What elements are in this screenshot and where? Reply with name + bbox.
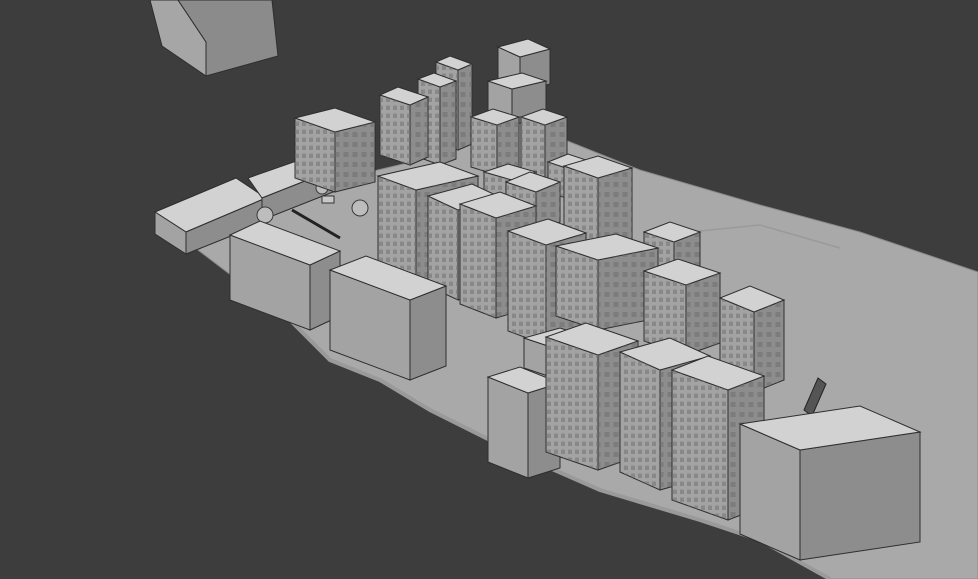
building-front-6[interactable] [738,405,922,561]
building-back-4-right-windows [440,81,456,165]
building-front-5-left-windows [672,370,728,520]
building-front-4-left-windows [620,352,660,490]
building-front-3-left-windows [546,337,598,470]
building-back-3-right-windows [458,64,472,150]
building-front-1-left-face [487,376,529,479]
3d-viewport[interactable] [0,0,978,579]
building-mid-8-left-windows [556,246,598,330]
building-back-6-left-windows [471,117,497,175]
building-front-6-right-face [799,431,921,561]
building-mid-5-left-windows [460,204,496,318]
building-curved-right-windows [335,122,375,192]
building-back-5[interactable] [378,86,430,166]
floating-block[interactable] [149,0,279,77]
building-mid-6-left-windows [508,231,546,345]
building-mid-9[interactable] [642,258,722,356]
building-mid-9-right-windows [686,273,720,355]
building-curved[interactable] [293,107,377,193]
building-back-5-left-windows [380,95,410,165]
city-scene [149,0,978,579]
building-back-5-right-windows [410,97,428,165]
building-low-2-right-face [409,285,447,381]
building-mid-8[interactable] [554,233,660,331]
